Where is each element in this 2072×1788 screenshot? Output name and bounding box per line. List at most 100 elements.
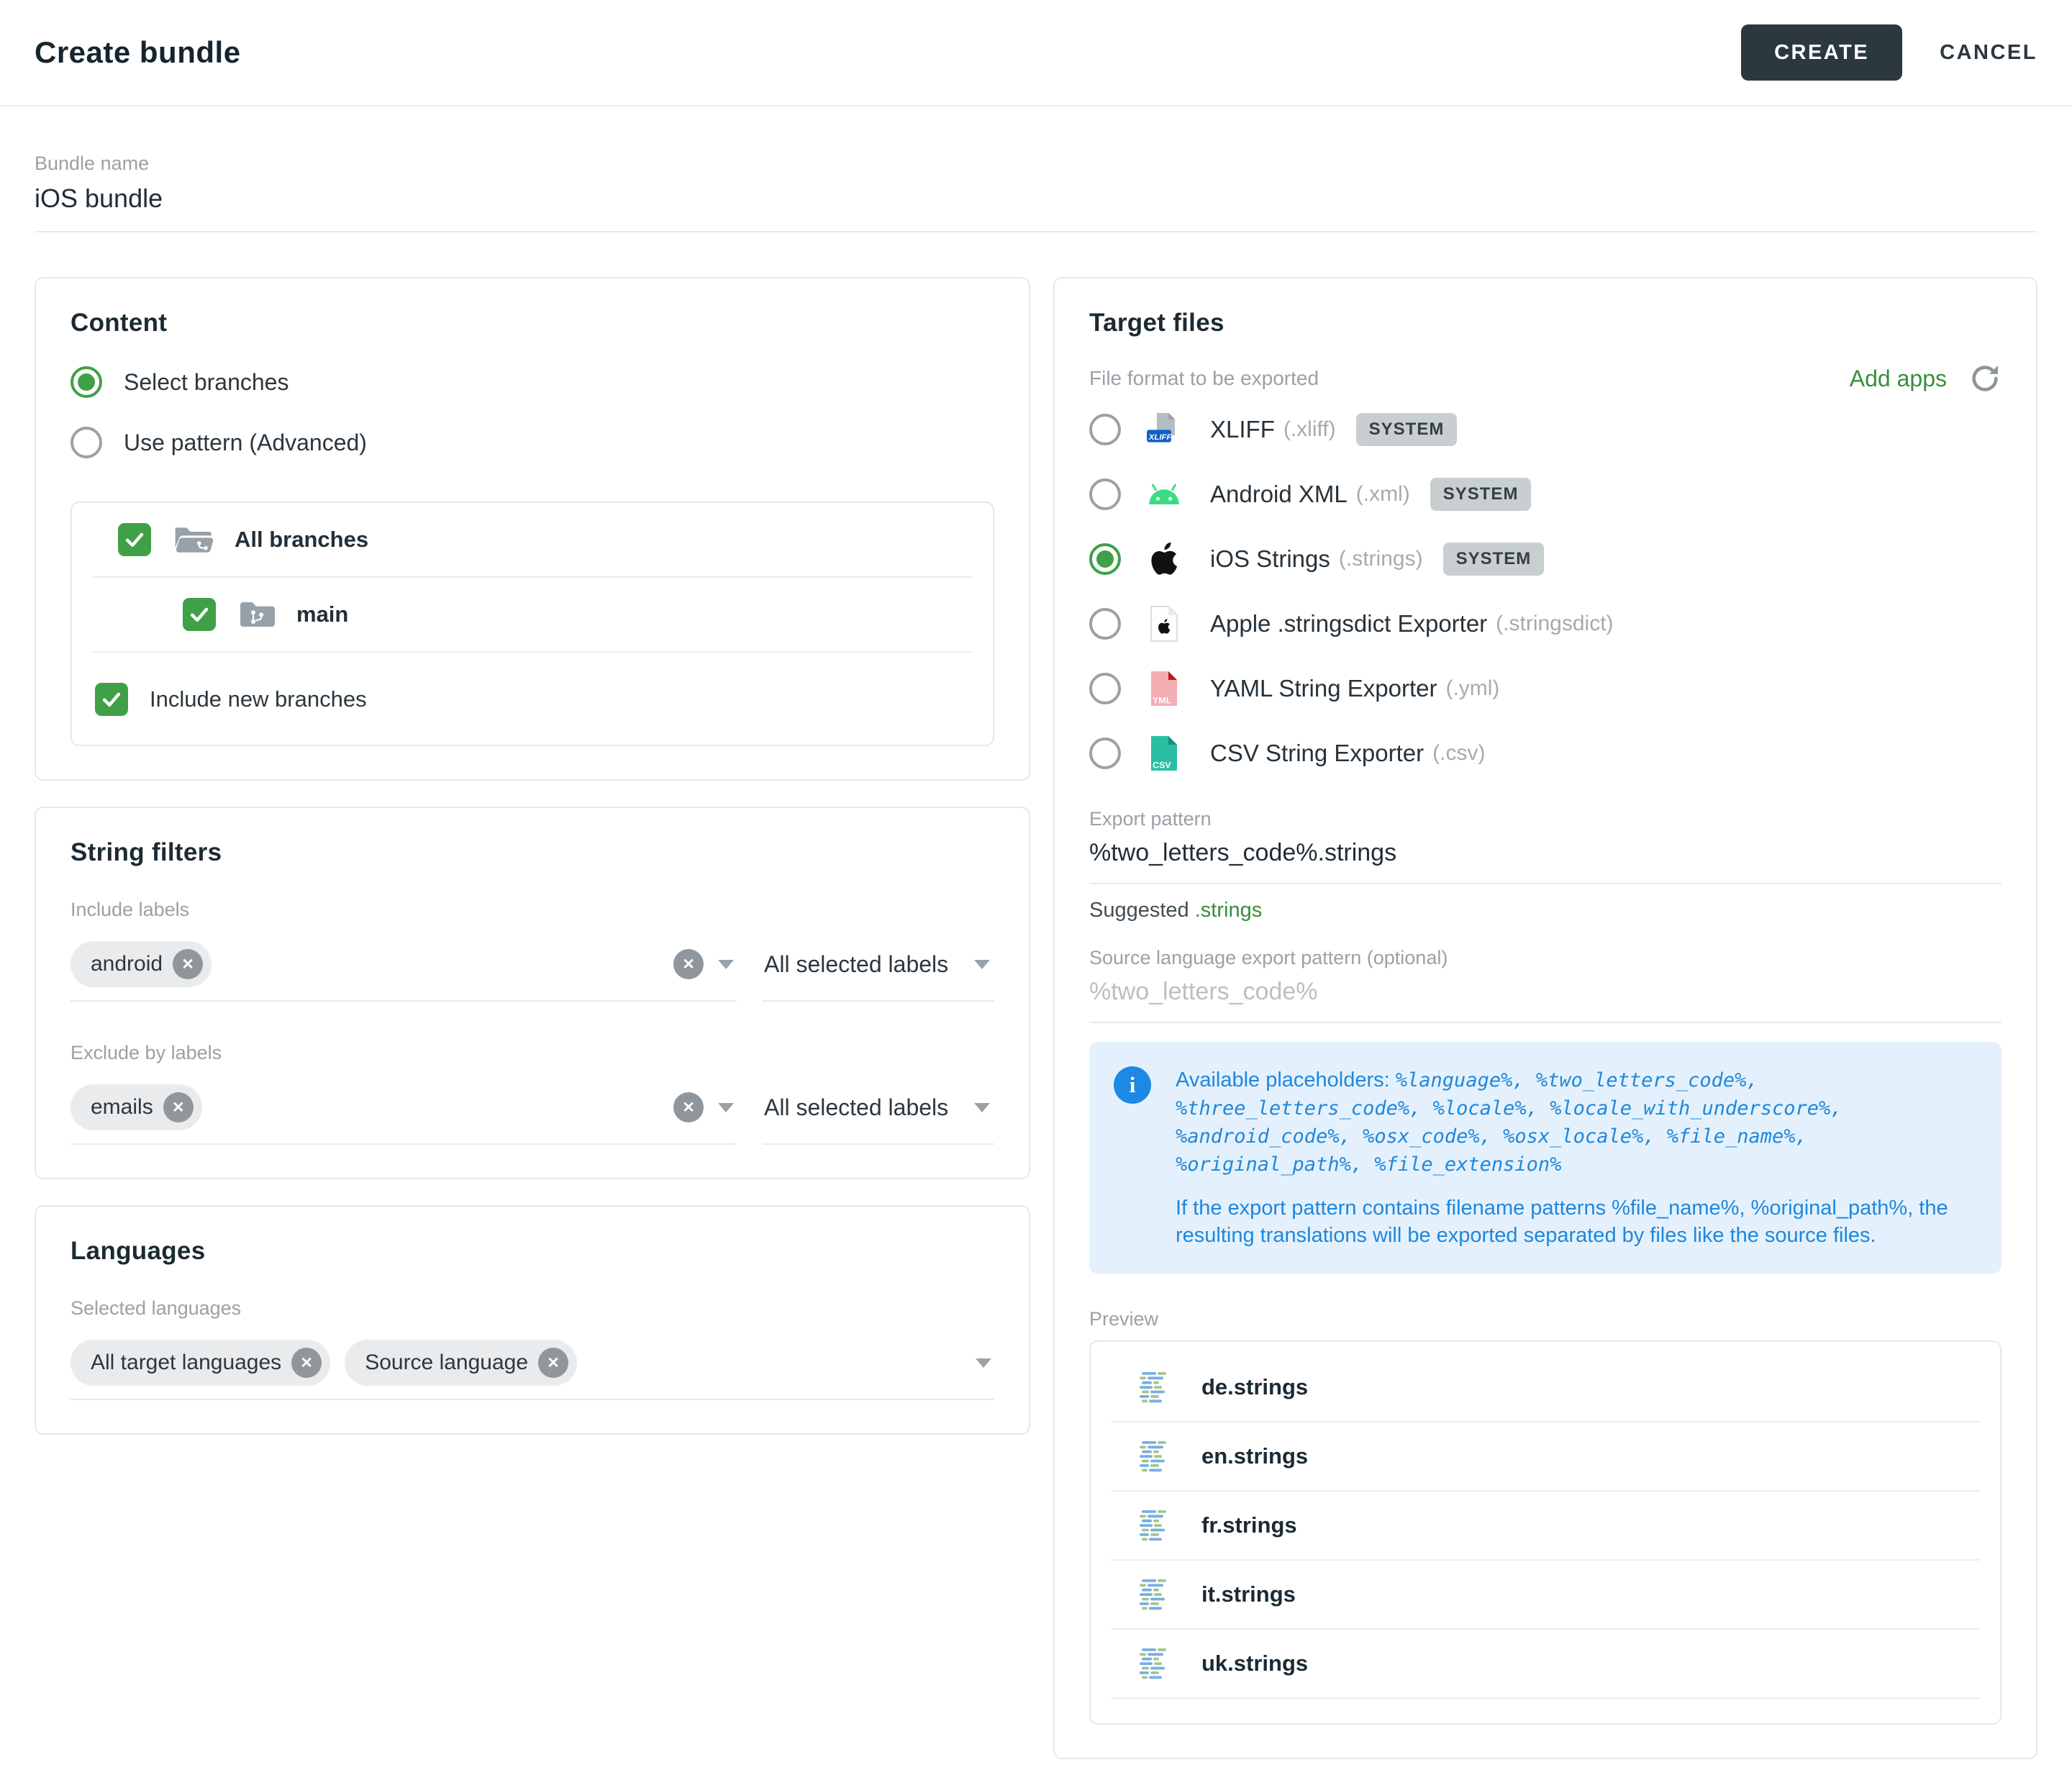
info-intro: Available placeholders:	[1176, 1068, 1390, 1092]
system-badge: SYSTEM	[1443, 543, 1545, 576]
folder-open-branch-icon	[173, 523, 213, 556]
exclude-labels-label: Exclude by labels	[71, 1042, 994, 1064]
radio-selected-icon[interactable]	[1089, 543, 1121, 575]
target-files-card: Target files File format to be exported …	[1053, 277, 2037, 1759]
radio-unselected-icon[interactable]	[1089, 738, 1121, 769]
language-chip: Source language	[345, 1340, 577, 1386]
format-row-csv[interactable]: CSV CSV String Exporter (.csv)	[1089, 723, 2001, 784]
strings-file-icon	[1137, 1507, 1173, 1543]
strings-file-icon	[1137, 1646, 1173, 1682]
exclude-mode-select[interactable]: All selected labels	[763, 1079, 994, 1145]
xliff-file-icon: XLIFF	[1145, 411, 1183, 448]
preview-file-row: en.strings	[1091, 1422, 2000, 1490]
preview-filename: uk.strings	[1201, 1651, 1308, 1676]
checkbox-all-branches[interactable]	[118, 523, 151, 556]
suggested-label: Suggested	[1089, 899, 1189, 922]
remove-chip-icon[interactable]	[173, 949, 203, 979]
radio-use-pattern[interactable]: Use pattern (Advanced)	[71, 427, 994, 458]
refresh-icon	[1968, 362, 2001, 395]
branch-row-all[interactable]: All branches	[72, 503, 993, 576]
check-icon	[122, 527, 147, 552]
radio-selected-icon[interactable]	[71, 366, 102, 398]
format-name: YAML String Exporter	[1210, 675, 1437, 702]
include-mode-select[interactable]: All selected labels	[763, 935, 994, 1002]
radio-unselected-icon[interactable]	[1089, 608, 1121, 640]
string-filters-title: String filters	[71, 838, 994, 867]
source-pattern-label: Source language export pattern (optional…	[1089, 947, 2001, 969]
check-icon	[99, 687, 124, 712]
cancel-button[interactable]: CANCEL	[1940, 41, 2037, 65]
info-icon	[1114, 1066, 1151, 1104]
branch-row-main[interactable]: main	[72, 578, 993, 651]
languages-input[interactable]: All target languages Source language	[71, 1334, 994, 1400]
preview-file-row: de.strings	[1091, 1353, 2000, 1421]
exclude-mode-value: All selected labels	[764, 1094, 948, 1121]
include-new-branches-row[interactable]: Include new branches	[72, 653, 993, 745]
content-card-title: Content	[71, 309, 994, 337]
strings-file-icon	[1137, 1438, 1173, 1474]
format-row-android-xml[interactable]: Android XML (.xml) SYSTEM	[1089, 464, 2001, 525]
checkbox-main-branch[interactable]	[183, 598, 216, 631]
remove-chip-icon[interactable]	[538, 1348, 568, 1378]
format-row-stringsdict[interactable]: Apple .stringsdict Exporter (.stringsdic…	[1089, 594, 2001, 654]
remove-chip-icon[interactable]	[291, 1348, 322, 1378]
preview-file-row: fr.strings	[1091, 1492, 2000, 1559]
include-chip-text: android	[91, 952, 163, 976]
radio-select-branches[interactable]: Select branches	[71, 366, 994, 398]
bundle-name-input[interactable]: iOS bundle	[35, 183, 2037, 232]
clear-include-labels-icon[interactable]	[673, 949, 704, 979]
exclude-labels-input[interactable]: emails	[71, 1079, 737, 1145]
strings-file-icon	[1137, 1576, 1173, 1612]
chevron-down-icon[interactable]	[976, 1358, 991, 1368]
include-mode-value: All selected labels	[764, 951, 948, 978]
preview-filename: fr.strings	[1201, 1512, 1297, 1538]
create-button[interactable]: CREATE	[1741, 24, 1902, 81]
radio-select-branches-label: Select branches	[124, 369, 288, 396]
radio-use-pattern-label: Use pattern (Advanced)	[124, 430, 367, 456]
chevron-down-icon[interactable]	[718, 1103, 734, 1112]
include-labels-label: Include labels	[71, 899, 994, 921]
chevron-down-icon	[974, 1103, 990, 1112]
preview-file-row: it.strings	[1091, 1561, 2000, 1628]
format-name: CSV String Exporter	[1210, 740, 1424, 767]
radio-unselected-icon[interactable]	[1089, 478, 1121, 510]
language-chip-text: All target languages	[91, 1351, 281, 1375]
suggested-extension-link[interactable]: .strings	[1195, 899, 1262, 922]
radio-unselected-icon[interactable]	[71, 427, 102, 458]
include-labels-input[interactable]: android	[71, 935, 737, 1002]
placeholders-info-box: Available placeholders: %language%, %two…	[1089, 1042, 2001, 1274]
format-name: XLIFF	[1210, 416, 1275, 443]
target-files-title: Target files	[1089, 309, 2001, 337]
checkbox-include-new-branches[interactable]	[95, 683, 128, 716]
format-ext: (.csv)	[1432, 741, 1485, 766]
source-pattern-input[interactable]: %two_letters_code%	[1089, 978, 2001, 1023]
format-row-xliff[interactable]: XLIFF XLIFF (.xliff) SYSTEM	[1089, 399, 2001, 460]
remove-chip-icon[interactable]	[163, 1092, 194, 1122]
refresh-button[interactable]	[1968, 362, 2001, 395]
language-chip: All target languages	[71, 1340, 330, 1386]
top-bar-actions: CREATE CANCEL	[1741, 24, 2037, 81]
radio-unselected-icon[interactable]	[1089, 673, 1121, 704]
languages-title: Languages	[71, 1237, 994, 1266]
csv-file-icon: CSV	[1148, 735, 1180, 772]
all-branches-label: All branches	[235, 527, 368, 553]
top-bar: Create bundle CREATE CANCEL	[0, 0, 2072, 106]
format-ext: (.xliff)	[1283, 417, 1336, 442]
export-pattern-input[interactable]: %two_letters_code%.strings	[1089, 839, 2001, 884]
add-apps-link[interactable]: Add apps	[1850, 366, 1947, 392]
format-row-yaml[interactable]: YML YAML String Exporter (.yml)	[1089, 658, 2001, 719]
chevron-down-icon[interactable]	[718, 960, 734, 969]
format-row-ios-strings[interactable]: iOS Strings (.strings) SYSTEM	[1089, 529, 2001, 589]
bundle-name-label: Bundle name	[35, 153, 2037, 175]
preview-label: Preview	[1089, 1308, 2001, 1330]
radio-unselected-icon[interactable]	[1089, 414, 1121, 445]
chevron-down-icon	[974, 960, 990, 969]
format-ext: (.strings)	[1339, 547, 1423, 571]
branches-box: All branches main	[71, 502, 994, 746]
preview-filename: de.strings	[1201, 1374, 1308, 1400]
strings-file-icon	[1137, 1369, 1173, 1405]
check-icon	[187, 602, 212, 627]
apple-icon	[1148, 540, 1180, 578]
page-title: Create bundle	[35, 35, 241, 70]
clear-exclude-labels-icon[interactable]	[673, 1092, 704, 1122]
